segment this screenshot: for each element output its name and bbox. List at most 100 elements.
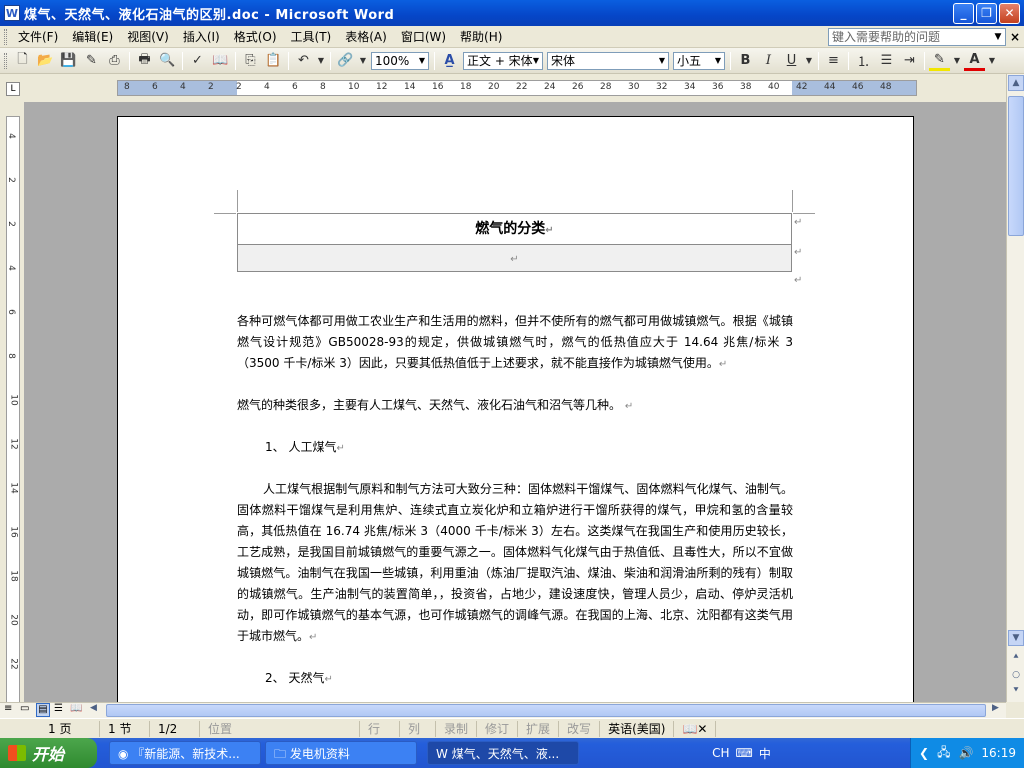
start-button[interactable]: 开始	[0, 738, 97, 768]
taskbar-button-word[interactable]: W 煤气、天然气、液...	[427, 741, 579, 765]
copy-icon[interactable]: ⎘	[240, 51, 261, 71]
open-folder-icon[interactable]: 📂	[35, 51, 56, 71]
document-heading[interactable]: 燃气的分类↵	[238, 214, 791, 245]
list-heading[interactable]: 1、 人工煤气↵	[237, 437, 793, 459]
menu-window[interactable]: 窗口(W)	[394, 27, 453, 47]
keyboard-icon[interactable]: ⌨	[736, 746, 753, 760]
normal-view-icon[interactable]: ≡	[4, 703, 12, 714]
status-extend[interactable]: 扩展	[518, 720, 560, 737]
network-icon[interactable]: 🖧	[937, 743, 950, 764]
close-button[interactable]: ✕	[999, 2, 1020, 24]
align-justify-icon[interactable]: ≡	[823, 51, 844, 71]
next-page-icon[interactable]: ⯆	[1008, 684, 1024, 700]
spelling-icon[interactable]: ✓	[187, 51, 208, 71]
ime-indicator[interactable]: 中	[759, 745, 771, 762]
paste-icon[interactable]: 📋	[263, 51, 284, 71]
reading-layout-icon[interactable]: 📖	[70, 703, 82, 714]
scroll-up-icon[interactable]: ▲	[1008, 75, 1024, 91]
horizontal-scrollbar[interactable]: ≡ ▭ ▤ ☰ 📖 ◀ ▶	[0, 702, 1006, 718]
menu-format[interactable]: 格式(O)	[227, 27, 284, 47]
font-color-icon[interactable]: A	[964, 51, 985, 71]
menu-file[interactable]: 文件(F)	[11, 27, 65, 47]
hyperlink-dropdown-icon[interactable]: ▼	[358, 51, 368, 71]
print-icon[interactable]: 🖶	[134, 51, 155, 71]
print-layout-icon[interactable]: ▤	[36, 703, 50, 717]
bullets-icon[interactable]: ☰	[876, 51, 897, 71]
word-app-icon[interactable]: W	[4, 5, 20, 21]
chevron-down-icon[interactable]: ▼	[712, 53, 724, 69]
menu-table[interactable]: 表格(A)	[338, 27, 394, 47]
language-indicator[interactable]: CH	[712, 746, 729, 760]
empty-table-row[interactable]: ↵	[238, 245, 791, 271]
scroll-right-icon[interactable]: ▶	[992, 703, 999, 713]
save-icon[interactable]: 💾	[58, 51, 79, 71]
status-track-changes[interactable]: 修订	[477, 720, 519, 737]
outline-view-icon[interactable]: ☰	[54, 703, 63, 714]
menu-grip[interactable]	[4, 28, 7, 45]
indent-icon[interactable]: ⇥	[899, 51, 920, 71]
research-icon[interactable]: 📖	[210, 51, 231, 71]
volume-icon[interactable]: 🔊	[958, 746, 973, 760]
status-record[interactable]: 录制	[436, 720, 478, 737]
menu-tools[interactable]: 工具(T)	[284, 27, 339, 47]
print-preview-icon[interactable]: ⎙	[104, 51, 125, 71]
list-heading[interactable]: 2、 天然气↵	[237, 668, 793, 690]
scroll-left-icon[interactable]: ◀	[90, 703, 97, 713]
undo-icon[interactable]: ↶	[293, 51, 314, 71]
toolbar-grip[interactable]	[4, 52, 7, 69]
chevron-down-icon[interactable]: ▼	[991, 29, 1005, 45]
styles-pane-icon[interactable]: A̲	[439, 51, 460, 71]
menu-help[interactable]: 帮助(H)	[453, 27, 509, 47]
hyperlink-icon[interactable]: 🔗	[335, 51, 356, 71]
undo-dropdown-icon[interactable]: ▼	[316, 51, 326, 71]
document-body[interactable]: 各种可燃气体都可用做工农业生产和生活用的燃料，但并不使所有的燃气都可用做城镇燃气…	[237, 311, 793, 690]
highlight-dropdown-icon[interactable]: ▼	[952, 51, 962, 71]
new-document-icon[interactable]: 🗋	[12, 51, 33, 71]
paragraph[interactable]: 燃气的种类很多，主要有人工煤气、天然气、液化石油气和沼气等几种。 ↵	[237, 395, 793, 417]
menu-edit[interactable]: 编辑(E)	[65, 27, 120, 47]
underline-dropdown-icon[interactable]: ▼	[804, 51, 814, 71]
restore-button[interactable]: ❐	[976, 2, 997, 24]
language-bar[interactable]: CH ⌨ 中	[712, 745, 777, 762]
tray-expand-icon[interactable]: ❮	[919, 746, 929, 760]
vertical-scrollbar[interactable]: ▲ ▼ ⯅ ○ ⯆	[1006, 74, 1024, 702]
style-select[interactable]: 正文 + 宋体 ▼	[463, 51, 543, 70]
web-layout-icon[interactable]: ▭	[20, 703, 29, 714]
font-size-select[interactable]: 小五 ▼	[673, 51, 725, 70]
tab-selector[interactable]: L	[6, 82, 20, 96]
font-select[interactable]: 宋体 ▼	[547, 51, 669, 70]
preview-icon[interactable]: 🔍	[157, 51, 178, 71]
paragraph[interactable]: 各种可燃气体都可用做工农业生产和生活用的燃料，但并不使所有的燃气都可用做城镇燃气…	[237, 311, 793, 375]
clock[interactable]: 16:19	[981, 746, 1016, 760]
spelling-status-icon[interactable]: 📖✕	[674, 720, 717, 737]
chevron-down-icon[interactable]: ▼	[530, 53, 542, 69]
taskbar-button-folder[interactable]: 🗀 发电机资料	[265, 741, 417, 765]
paragraph[interactable]: 人工煤气根据制气原料和制气方法可大致分三种：固体燃料干馏煤气、固体燃料气化煤气、…	[237, 479, 793, 648]
numbering-icon[interactable]: ⒈	[853, 51, 874, 71]
document-page[interactable]: 燃气的分类↵ ↵ ↵ ↵ ↵ 各种可燃气体都可用做工农业生产和生活用的燃料，但并…	[117, 116, 914, 702]
status-overtype[interactable]: 改写	[559, 720, 601, 737]
header-table[interactable]: 燃气的分类↵ ↵	[237, 213, 792, 272]
vertical-scroll-thumb[interactable]	[1008, 96, 1024, 236]
select-browse-object-icon[interactable]: ○	[1008, 668, 1024, 684]
scroll-down-icon[interactable]: ▼	[1008, 630, 1024, 646]
zoom-select[interactable]: 100% ▼	[371, 51, 429, 70]
previous-page-icon[interactable]: ⯅	[1008, 650, 1024, 666]
menu-insert[interactable]: 插入(I)	[176, 27, 227, 47]
underline-button[interactable]: U	[781, 51, 802, 71]
horizontal-scroll-thumb[interactable]	[106, 704, 986, 717]
document-area[interactable]: 燃气的分类↵ ↵ ↵ ↵ ↵ 各种可燃气体都可用做工农业生产和生活用的燃料，但并…	[24, 102, 1006, 702]
document-close-icon[interactable]: ×	[1006, 30, 1024, 44]
vertical-ruler[interactable]: 4 2 2 4 6 8 10 12 14 16 18 20 22	[6, 116, 20, 706]
minimize-button[interactable]: _	[953, 2, 974, 24]
highlight-icon[interactable]: ✎	[929, 51, 950, 71]
taskbar-button-browser[interactable]: ◉ 『新能源、新技术...	[109, 741, 261, 765]
font-color-dropdown-icon[interactable]: ▼	[987, 51, 997, 71]
italic-button[interactable]: I	[758, 51, 779, 71]
chevron-down-icon[interactable]: ▼	[656, 53, 668, 69]
permission-icon[interactable]: ✎	[81, 51, 102, 71]
horizontal-ruler[interactable]: 8 6 4 2 2 4 6 8 10 12 14 16 18 20 22 24 26 28 30 32 34 36 38 40…	[117, 80, 917, 96]
help-search-input[interactable]: 键入需要帮助的问题 ▼	[828, 27, 1006, 46]
chevron-down-icon[interactable]: ▼	[416, 53, 428, 69]
bold-button[interactable]: B	[735, 51, 756, 71]
